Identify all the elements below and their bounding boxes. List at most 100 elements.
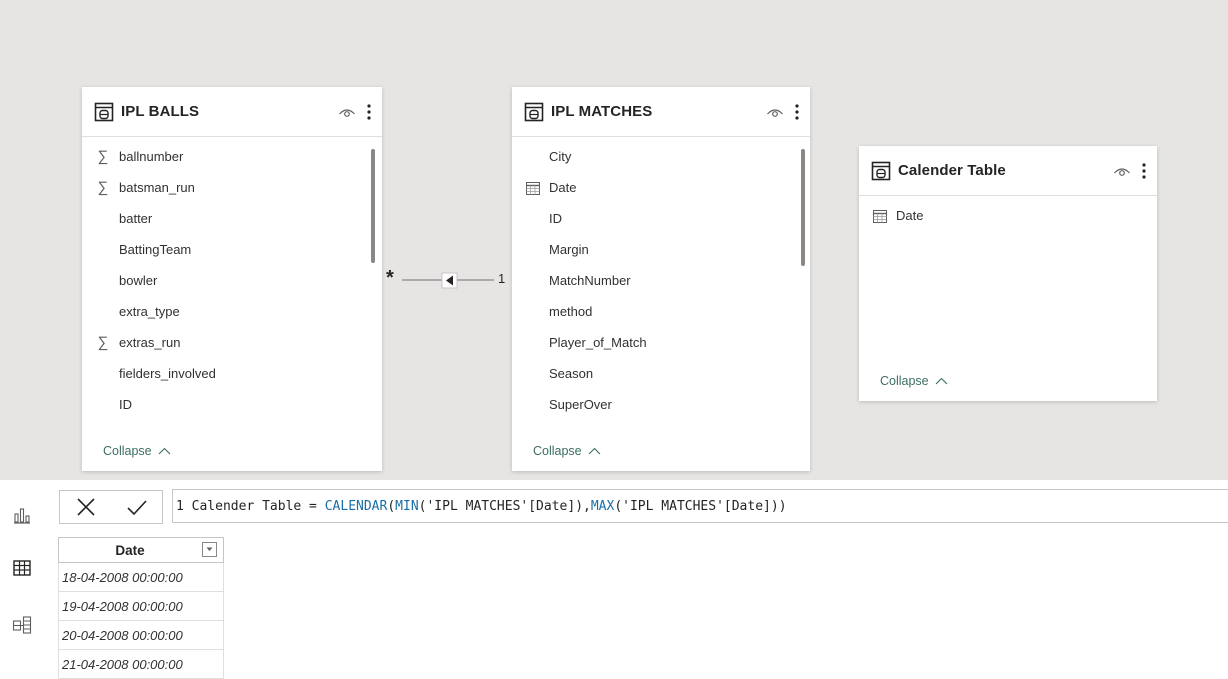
field-item[interactable]: Player_of_Match [512, 327, 810, 358]
sigma-icon: ∑ [97, 334, 109, 351]
visibility-icon[interactable] [1113, 164, 1131, 178]
one-cardinality-label: 1 [498, 271, 506, 286]
visibility-icon[interactable] [766, 105, 784, 119]
field-item[interactable]: Date [859, 200, 1157, 231]
data-grid[interactable]: Date 18-04-2008 00:00:00 19-04-2008 00:00… [58, 537, 224, 679]
field-label: ballnumber [119, 149, 184, 164]
model-view-icon[interactable] [12, 615, 32, 635]
calendar-icon [526, 181, 540, 195]
table-icon [94, 102, 114, 121]
field-list[interactable]: ∑ ballnumber ∑ batsman_runbatter BattingTeam… [82, 137, 382, 420]
field-item[interactable]: ∑ batsman_run [82, 172, 382, 203]
column-header-label: Date [115, 542, 145, 558]
more-options-icon[interactable] [794, 103, 800, 121]
report-view-icon[interactable] [12, 505, 32, 525]
table-card-calender-table[interactable]: Calender Table Date Collapse [859, 146, 1157, 401]
collapse-link[interactable]: Collapse [533, 444, 601, 458]
table-card-header[interactable]: Calender Table [859, 146, 1157, 196]
cancel-formula-icon[interactable] [75, 496, 97, 518]
field-item[interactable]: Margin [512, 234, 810, 265]
field-label: Margin [549, 242, 589, 257]
collapse-link[interactable]: Collapse [880, 374, 948, 388]
table-cell: 19-04-2008 00:00:00 [62, 598, 183, 614]
field-list[interactable]: Date [859, 196, 1157, 231]
field-item[interactable]: BattingTeam [82, 234, 382, 265]
formula-arg-2: ('IPL MATCHES'[Date])) [614, 498, 787, 514]
line-number: 1 [176, 498, 184, 514]
collapse-label: Collapse [103, 444, 152, 458]
relationship-line[interactable]: * 1 [382, 267, 512, 292]
formula-arg-1: ('IPL MATCHES'[Date]), [418, 498, 591, 514]
scrollbar[interactable] [371, 149, 375, 263]
table-row[interactable]: 19-04-2008 00:00:00 [58, 592, 224, 621]
formula-open-paren: ( [387, 498, 396, 514]
field-label: extra_type [119, 304, 180, 319]
field-item[interactable]: bowler [82, 265, 382, 296]
field-item[interactable]: ∑ ballnumber [82, 141, 382, 172]
field-item[interactable]: fielders_involved [82, 358, 382, 389]
data-view-icon[interactable] [12, 558, 32, 578]
table-card-header[interactable]: IPL BALLS [82, 87, 382, 137]
more-options-icon[interactable] [1141, 162, 1147, 180]
field-label: Date [549, 180, 577, 195]
field-item[interactable]: extra_type [82, 296, 382, 327]
model-canvas[interactable]: IPL BALLS ∑ ballnumber ∑ batsman_runbatter B… [0, 0, 1228, 480]
table-cell: 20-04-2008 00:00:00 [62, 627, 183, 643]
visibility-icon[interactable] [338, 105, 356, 119]
field-label: fielders_involved [119, 366, 216, 381]
field-item[interactable]: ID [82, 389, 382, 420]
field-item[interactable]: MatchNumber [512, 265, 810, 296]
chevron-up-icon [935, 377, 948, 385]
collapse-link[interactable]: Collapse [103, 444, 171, 458]
field-list[interactable]: City Date ID Margin MatchNumber method Player_… [512, 137, 810, 420]
chevron-down-icon [206, 547, 213, 551]
table-cell: 21-04-2008 00:00:00 [62, 656, 183, 672]
field-item[interactable]: Season [512, 358, 810, 389]
field-item[interactable]: Date [512, 172, 810, 203]
field-label: ID [549, 211, 562, 226]
column-filter-dropdown[interactable] [202, 542, 217, 557]
view-switcher[interactable] [0, 480, 54, 679]
field-label: Season [549, 366, 594, 381]
more-options-icon[interactable] [366, 103, 372, 121]
table-card-header[interactable]: IPL MATCHES [512, 87, 810, 137]
field-item[interactable]: method [512, 296, 810, 327]
column-header-date[interactable]: Date [58, 537, 224, 563]
field-item[interactable]: City [512, 141, 810, 172]
field-item[interactable]: SuperOver [512, 389, 810, 420]
field-label: City [549, 149, 572, 164]
table-row[interactable]: 21-04-2008 00:00:00 [58, 650, 224, 679]
sigma-icon: ∑ [97, 148, 109, 165]
formula-input[interactable]: 1 Calender Table = CALENDAR(MIN ('IPL MAT… [172, 489, 1228, 523]
formula-function-calendar: CALENDAR [324, 498, 388, 514]
field-label: batter [119, 211, 153, 226]
field-label: method [549, 304, 593, 319]
commit-formula-icon[interactable] [126, 496, 148, 518]
grid-rows: 18-04-2008 00:00:00 19-04-2008 00:00:00 20… [58, 563, 224, 679]
table-card-ipl-matches[interactable]: IPL MATCHES City Date ID Margin MatchNumber m… [512, 87, 810, 471]
field-label: MatchNumber [549, 273, 631, 288]
field-item[interactable]: ∑ extras_run [82, 327, 382, 358]
field-label: batsman_run [119, 180, 195, 195]
collapse-label: Collapse [880, 374, 929, 388]
scrollbar[interactable] [801, 149, 805, 266]
table-row[interactable]: 18-04-2008 00:00:00 [58, 563, 224, 592]
formula-function-max: MAX [590, 498, 615, 514]
formula-bar[interactable]: 1 Calender Table = CALENDAR(MIN ('IPL MAT… [59, 489, 1228, 525]
field-label: Date [896, 208, 924, 223]
field-label: Player_of_Match [549, 335, 647, 350]
field-item[interactable]: ID [512, 203, 810, 234]
field-label: bowler [119, 273, 158, 288]
formula-function-min: MIN [395, 498, 419, 514]
field-item[interactable]: batter [82, 203, 382, 234]
formula-bar-buttons [59, 490, 163, 524]
field-label: BattingTeam [119, 242, 192, 257]
sigma-icon: ∑ [97, 179, 109, 196]
table-card-ipl-balls[interactable]: IPL BALLS ∑ ballnumber ∑ batsman_runbatter B… [82, 87, 382, 471]
field-label: ID [119, 397, 132, 412]
field-label: SuperOver [549, 397, 612, 412]
formula-prefix: Calender Table = [191, 498, 325, 514]
table-title: IPL BALLS [121, 103, 200, 120]
chevron-up-icon [158, 447, 171, 455]
table-row[interactable]: 20-04-2008 00:00:00 [58, 621, 224, 650]
